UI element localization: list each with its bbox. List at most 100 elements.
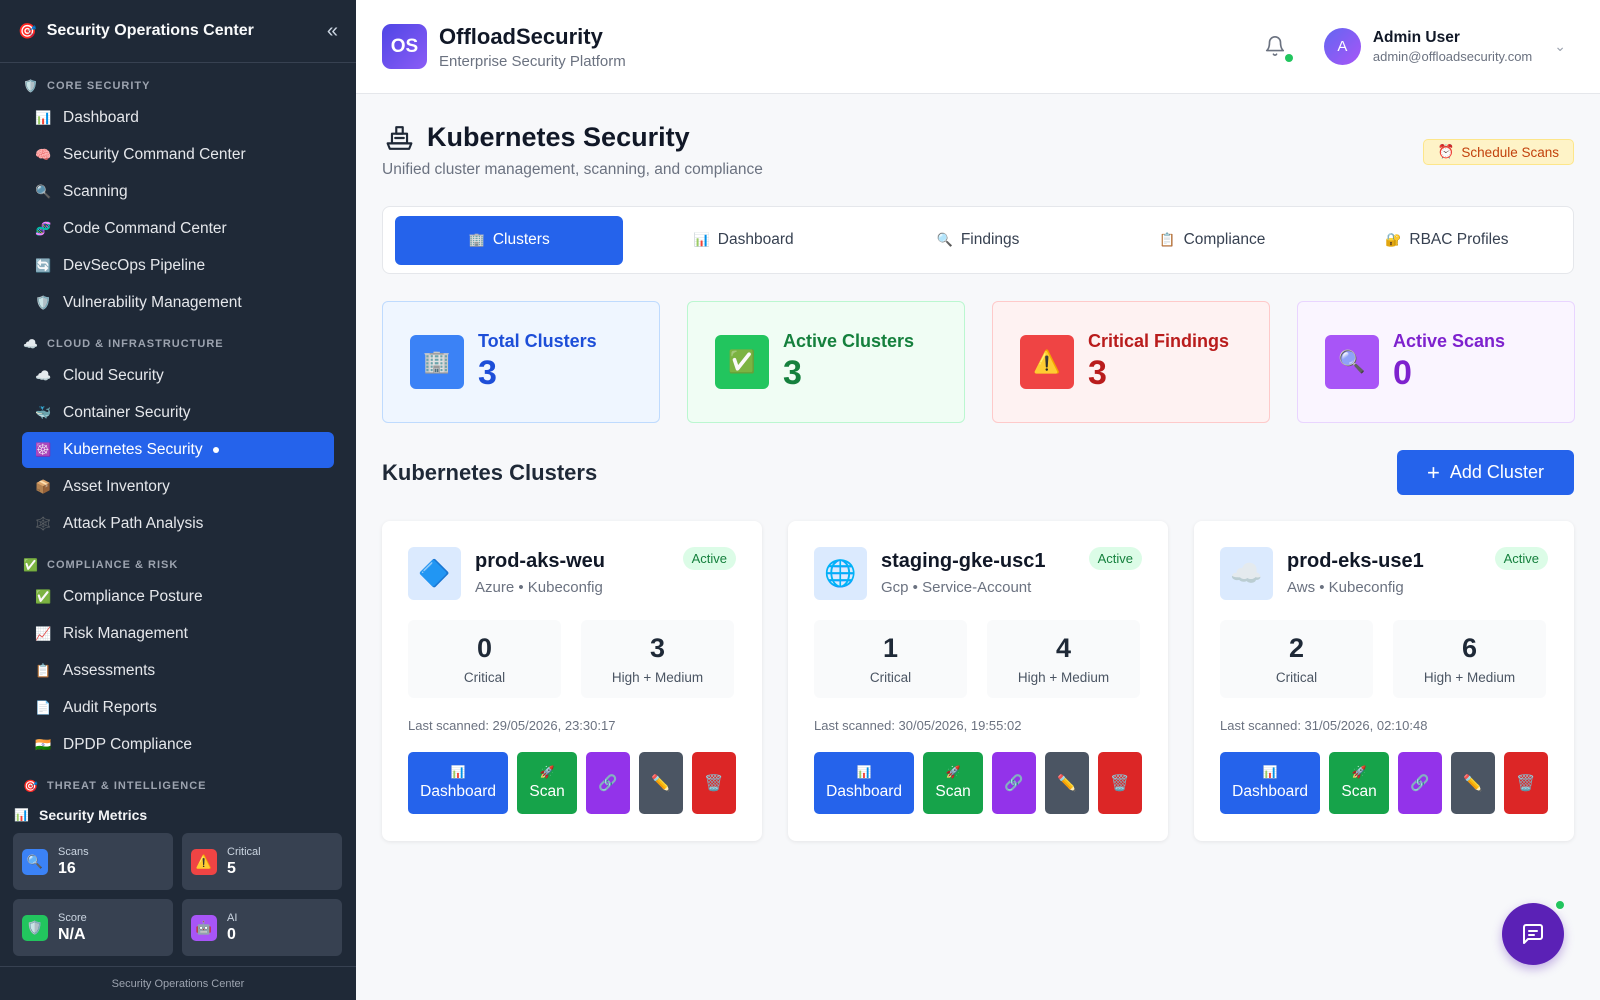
chevron-down-icon[interactable]: ⌄ bbox=[1554, 38, 1566, 55]
chat-button[interactable] bbox=[1502, 899, 1566, 965]
bar-chart-icon: 📊 bbox=[14, 808, 29, 822]
sidebar-item-attack-path-analysis[interactable]: 🕸️ Attack Path Analysis bbox=[22, 506, 334, 542]
sidebar-item-asset-inventory[interactable]: 📦 Asset Inventory bbox=[22, 469, 334, 505]
cluster-delete-button[interactable]: 🗑️ bbox=[692, 752, 736, 814]
high-medium-count: 4 High + Medium bbox=[987, 620, 1140, 698]
last-scanned: Last scanned: 30/05/2026, 19:55:02 bbox=[814, 718, 1022, 733]
tab-rbac-profiles[interactable]: 🔐 RBAC Profiles bbox=[1333, 216, 1561, 265]
sidebar-item-container-security[interactable]: 🐳 Container Security bbox=[22, 395, 334, 431]
cluster-link-button[interactable]: 🔗 bbox=[992, 752, 1037, 814]
sidebar-section-threat[interactable]: 🎯 THREAT & INTELLIGENCE bbox=[0, 773, 356, 799]
building-icon: 🏢 bbox=[410, 335, 464, 389]
refresh-icon: 🔄 bbox=[35, 258, 52, 273]
warning-icon: ⚠️ bbox=[1020, 335, 1074, 389]
cluster-link-button[interactable]: 🔗 bbox=[1398, 752, 1443, 814]
page-title: Kubernetes Security bbox=[427, 122, 690, 152]
target-icon: 🎯 bbox=[23, 779, 39, 793]
cluster-scan-button[interactable]: 🚀 Scan bbox=[517, 752, 578, 814]
link-icon: 🔗 bbox=[598, 774, 618, 792]
sidebar-section-cloud: ☁️ CLOUD & INFRASTRUCTURE ☁️ Cloud Securit… bbox=[0, 331, 356, 542]
tab-compliance[interactable]: 📋 Compliance bbox=[1098, 216, 1326, 265]
tab-clusters[interactable]: 🏢 Clusters bbox=[395, 215, 624, 265]
brain-icon: 🧠 bbox=[35, 147, 52, 162]
sidebar-item-assessments[interactable]: 📋 Assessments bbox=[22, 653, 334, 689]
cluster-edit-button[interactable]: ✏️ bbox=[1045, 752, 1089, 814]
document-icon: 📄 bbox=[35, 700, 52, 715]
metric-scans: 🔍 Scans 16 bbox=[13, 833, 173, 890]
tab-findings[interactable]: 🔍 Findings bbox=[864, 216, 1092, 265]
tab-dashboard[interactable]: 📊 Dashboard bbox=[629, 216, 857, 265]
add-cluster-button[interactable]: + Add Cluster bbox=[1397, 450, 1574, 495]
building-icon: 🏢 bbox=[468, 232, 485, 247]
cluster-link-button[interactable]: 🔗 bbox=[586, 752, 631, 814]
active-indicator-dot bbox=[212, 447, 219, 453]
cluster-scan-button[interactable]: 🚀 Scan bbox=[1329, 752, 1390, 814]
metric-score: 🛡️ Score N/A bbox=[13, 899, 173, 956]
bar-chart-icon: 📊 bbox=[35, 110, 52, 125]
cluster-delete-button[interactable]: 🗑️ bbox=[1098, 752, 1142, 814]
sidebar-title: Security Operations Center bbox=[46, 22, 254, 39]
brand-logo[interactable]: OS bbox=[382, 24, 427, 69]
collapse-sidebar-icon[interactable]: « bbox=[327, 20, 338, 43]
check-icon: ✅ bbox=[23, 558, 39, 572]
link-icon: 🔗 bbox=[1410, 774, 1430, 792]
check-icon: ✅ bbox=[715, 335, 769, 389]
schedule-scans-button[interactable]: ⏰ Schedule Scans bbox=[1422, 139, 1574, 165]
chat-bubble-icon bbox=[1523, 924, 1543, 944]
trash-icon: 🗑️ bbox=[1516, 774, 1536, 792]
azure-diamond-icon: 🔷 bbox=[408, 547, 461, 600]
cluster-dashboard-button[interactable]: 📊 Dashboard bbox=[408, 752, 509, 814]
sidebar-item-kubernetes-security[interactable]: ☸️ Kubernetes Security bbox=[22, 432, 334, 468]
cluster-scan-button[interactable]: 🚀 Scan bbox=[923, 752, 984, 814]
package-icon: 📦 bbox=[35, 479, 52, 494]
sidebar-item-scanning[interactable]: 🔍 Scanning bbox=[22, 174, 334, 210]
stat-active-clusters: ✅ Active Clusters 3 bbox=[687, 301, 965, 423]
sidebar-item-dashboard[interactable]: 📊 Dashboard bbox=[22, 100, 334, 136]
pencil-icon: ✏️ bbox=[651, 774, 671, 792]
sidebar-item-audit-reports[interactable]: 📄 Audit Reports bbox=[22, 690, 334, 726]
sidebar-item-compliance-posture[interactable]: ✅ Compliance Posture bbox=[22, 579, 334, 615]
notifications-bell-icon[interactable] bbox=[1264, 34, 1293, 62]
sidebar: 🎯 Security Operations Center « 🛡️ CORE SE… bbox=[0, 0, 356, 1000]
magnifier-icon: 🔍 bbox=[35, 184, 52, 199]
sidebar-item-vulnerability-management[interactable]: 🛡️ Vulnerability Management bbox=[22, 285, 334, 321]
link-icon: 🔗 bbox=[1004, 774, 1024, 792]
cluster-dashboard-button[interactable]: 📊 Dashboard bbox=[1220, 752, 1321, 814]
sidebar-item-security-command-center[interactable]: 🧠 Security Command Center bbox=[22, 137, 334, 173]
lock-key-icon: 🔐 bbox=[1385, 232, 1402, 247]
cloud-icon: ☁️ bbox=[1220, 547, 1273, 600]
trend-chart-icon: 📈 bbox=[35, 626, 52, 641]
shield-icon: 🛡️ bbox=[23, 79, 39, 93]
cluster-meta: Aws • Kubeconfig bbox=[1287, 579, 1404, 596]
stat-total-clusters: 🏢 Total Clusters 3 bbox=[382, 301, 660, 423]
sidebar-item-code-command-center[interactable]: 🧬 Code Command Center bbox=[22, 211, 334, 247]
cloud-icon: ☁️ bbox=[23, 337, 39, 351]
clipboard-icon: 📋 bbox=[1159, 232, 1176, 247]
sidebar-item-devsecops-pipeline[interactable]: 🔄 DevSecOps Pipeline bbox=[22, 248, 334, 284]
stat-critical-findings: ⚠️ Critical Findings 3 bbox=[992, 301, 1270, 423]
sidebar-section-core-security: 🛡️ CORE SECURITY 📊 Dashboard 🧠 Security Com… bbox=[0, 73, 356, 321]
cluster-dashboard-button[interactable]: 📊 Dashboard bbox=[814, 752, 915, 814]
metric-critical: ⚠️ Critical 5 bbox=[182, 833, 342, 890]
bar-chart-icon: 📊 bbox=[1262, 765, 1278, 779]
cluster-name: staging-gke-usc1 bbox=[881, 550, 1046, 572]
robot-icon: 🤖 bbox=[191, 914, 217, 941]
topbar: OS OffloadSecurity Enterprise Security P… bbox=[356, 0, 1600, 94]
main-content: Kubernetes Security Unified cluster mana… bbox=[356, 94, 1600, 1000]
cluster-edit-button[interactable]: ✏️ bbox=[1451, 752, 1495, 814]
cluster-edit-button[interactable]: ✏️ bbox=[639, 752, 683, 814]
metrics-grid: 🔍 Scans 16 ⚠️ Critical 5 🛡️ Score N/A 🤖 AI 0 bbox=[0, 825, 356, 956]
shield-icon: 🛡️ bbox=[35, 295, 52, 310]
avatar[interactable]: A bbox=[1323, 28, 1361, 65]
brand-subtitle: Enterprise Security Platform bbox=[439, 52, 626, 70]
sidebar-item-risk-management[interactable]: 📈 Risk Management bbox=[22, 616, 334, 652]
cluster-name: prod-aks-weu bbox=[475, 550, 606, 572]
stats-row: 🏢 Total Clusters 3 ✅ Active Clusters 3 ⚠️ … bbox=[382, 301, 1575, 423]
sidebar-footer: Security Operations Center bbox=[0, 966, 356, 1000]
dna-icon: 🧬 bbox=[35, 221, 52, 236]
whale-icon: 🐳 bbox=[35, 405, 52, 420]
sidebar-item-dpdp-compliance[interactable]: 🇮🇳 DPDP Compliance bbox=[22, 727, 334, 763]
sidebar-item-cloud-security[interactable]: ☁️ Cloud Security bbox=[22, 358, 334, 394]
cluster-delete-button[interactable]: 🗑️ bbox=[1504, 752, 1548, 814]
cluster-name: prod-eks-use1 bbox=[1287, 550, 1424, 572]
